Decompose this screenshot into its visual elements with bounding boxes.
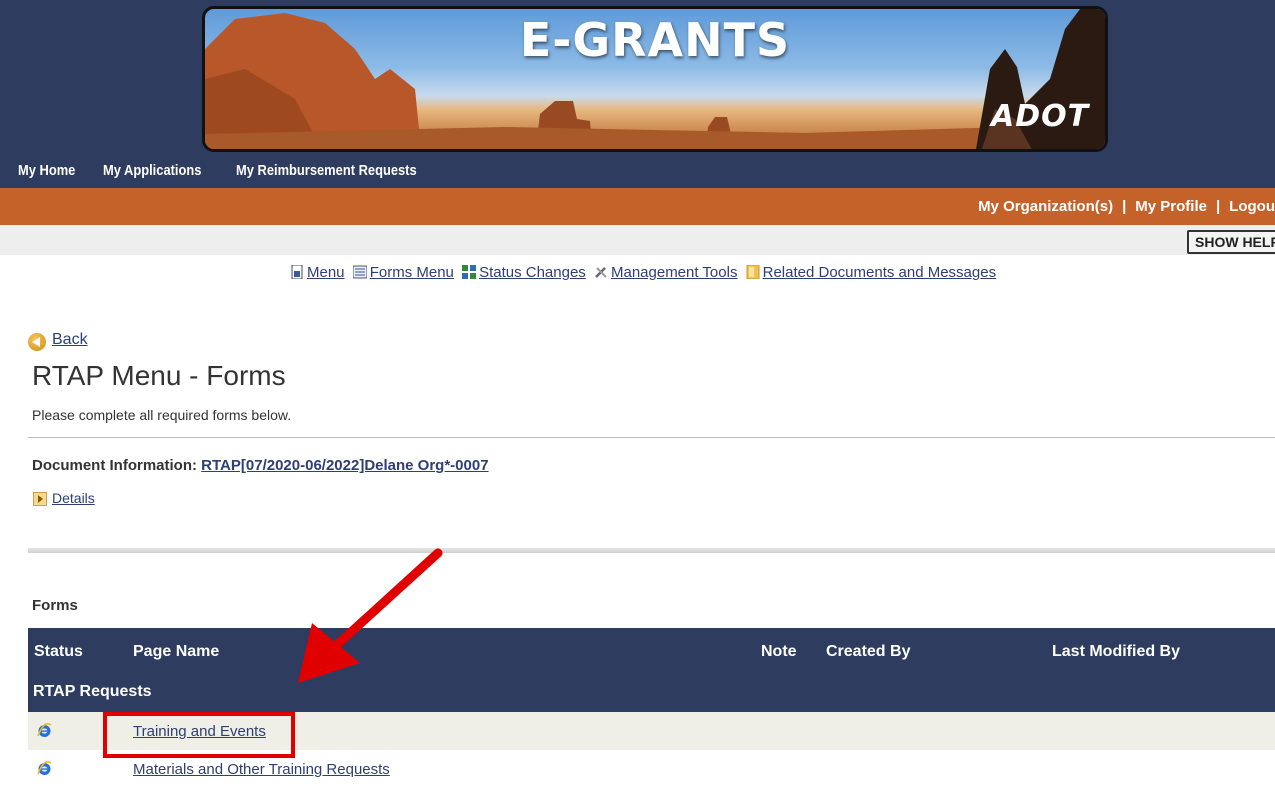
back-link[interactable]: Back [52, 331, 88, 349]
ie-icon [37, 723, 52, 737]
column-header-status[interactable]: Status [34, 643, 83, 661]
related-documents-link[interactable]: Related Documents and Messages [763, 264, 996, 281]
forms-menu-link[interactable]: Forms Menu [370, 264, 454, 281]
forms-heading: Forms [32, 597, 78, 614]
user-bar: My Organization(s) | My Profile | Logou [0, 188, 1275, 225]
group-row-rtap-requests: RTAP Requests [28, 674, 1275, 712]
page-link-materials-and-other-training-requests[interactable]: Materials and Other Training Requests [133, 761, 390, 778]
annotation-highlight-box [103, 712, 295, 758]
page-title: RTAP Menu - Forms [32, 360, 286, 391]
column-header-created-by[interactable]: Created By [826, 643, 910, 661]
details-link[interactable]: Details [52, 490, 95, 506]
related-documents-icon [746, 265, 760, 279]
my-organizations-link[interactable]: My Organization(s) [978, 198, 1113, 215]
section-divider [28, 548, 1275, 553]
document-toolbar: Menu Forms Menu Status Changes Managemen… [290, 264, 1000, 286]
divider [28, 437, 1275, 438]
nav-my-home[interactable]: My Home [18, 162, 75, 179]
column-header-note[interactable]: Note [761, 643, 797, 661]
back-icon[interactable] [28, 333, 46, 351]
management-tools-link[interactable]: Management Tools [611, 264, 737, 281]
separator: | [1215, 198, 1221, 215]
banner: E-GRANTS ADOT [202, 6, 1108, 152]
top-navigation: My Home My Applications My Reimbursement… [18, 162, 460, 182]
show-help-button[interactable]: SHOW HELP [1187, 230, 1275, 254]
annotation-arrow [298, 548, 443, 683]
column-header-page-name[interactable]: Page Name [133, 643, 219, 661]
table-header: Status Page Name Note Created By Last Mo… [28, 628, 1275, 674]
menu-link[interactable]: Menu [307, 264, 345, 281]
header: E-GRANTS ADOT My Home My Applications My… [0, 0, 1275, 188]
nav-my-applications[interactable]: My Applications [103, 162, 201, 179]
my-profile-link[interactable]: My Profile [1135, 198, 1207, 215]
separator: | [1122, 198, 1127, 215]
ie-icon [37, 761, 52, 775]
expand-arrow-icon[interactable] [33, 492, 47, 506]
status-changes-icon [462, 265, 477, 279]
forms-table: Status Page Name Note Created By Last Mo… [28, 628, 1275, 788]
status-changes-link[interactable]: Status Changes [479, 264, 586, 281]
user-navigation: My Organization(s) | My Profile | Logou [978, 198, 1275, 215]
nav-my-reimbursement-requests[interactable]: My Reimbursement Requests [236, 162, 417, 179]
group-label: RTAP Requests [33, 683, 152, 700]
document-information: Document Information: RTAP[07/2020-06/20… [32, 457, 489, 474]
document-information-label: Document Information: [32, 457, 197, 474]
instructions-text: Please complete all required forms below… [32, 407, 292, 423]
logout-link[interactable]: Logou [1229, 198, 1275, 215]
column-header-last-modified-by[interactable]: Last Modified By [1052, 643, 1180, 661]
banner-title: E-GRANTS [519, 13, 791, 67]
menu-icon [291, 265, 303, 279]
help-bar: SHOW HELP [0, 225, 1275, 255]
forms-menu-icon [352, 265, 367, 279]
document-information-link[interactable]: RTAP[07/2020-06/2022]Delane Org*-0007 [201, 457, 488, 474]
adot-logo: ADOT [991, 99, 1090, 134]
management-tools-icon [595, 267, 607, 278]
